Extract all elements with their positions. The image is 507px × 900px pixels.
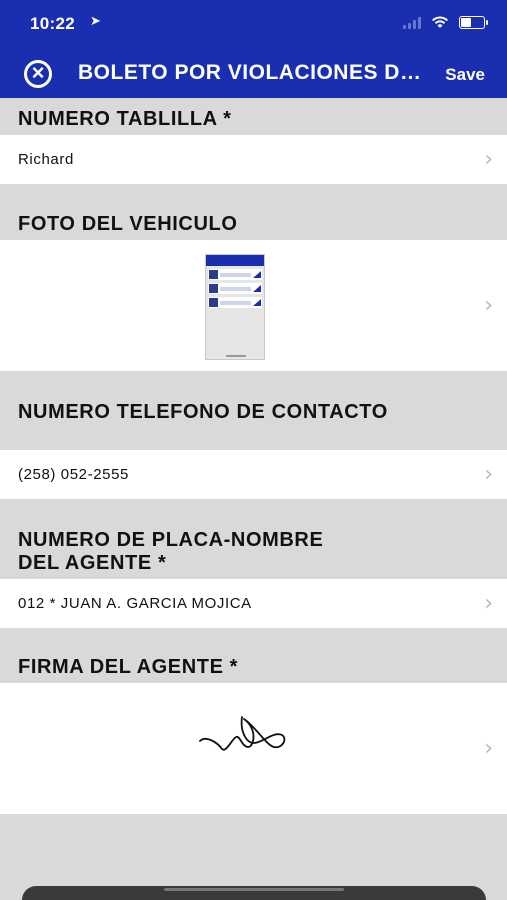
bottom-toolbar — [22, 886, 486, 900]
save-button[interactable]: Save — [445, 65, 485, 85]
chevron-right-icon: › — [484, 462, 493, 487]
page-title: BOLETO POR VIOLACIONES DE TRANSITO — [78, 61, 433, 84]
battery-icon — [459, 16, 488, 29]
field-row-foto[interactable]: › — [0, 240, 507, 371]
location-arrow-icon: ➤ — [90, 13, 101, 28]
navigation-header: 10:22 ➤ × BOLETO POR VIOLACIONES DE TRAN… — [0, 0, 507, 98]
section-label-foto: FOTO DEL VEHICULO — [18, 213, 238, 235]
chevron-right-icon: › — [484, 293, 493, 318]
field-value-tablilla: Richard — [18, 151, 74, 168]
section-label-placa: NUMERO DE PLACA-NOMBRE DEL AGENTE * — [18, 529, 323, 575]
chevron-right-icon: › — [484, 736, 493, 761]
field-row-placa[interactable]: 012 * JUAN A. GARCIA MOJICA › — [0, 579, 507, 628]
chevron-right-icon: › — [484, 591, 493, 616]
section-label-placa-line1: NUMERO DE PLACA-NOMBRE — [18, 529, 324, 551]
section-label-telefono: NUMERO TELEFONO DE CONTACTO — [18, 401, 388, 423]
battery-level — [461, 18, 471, 27]
chevron-right-icon: › — [484, 147, 493, 172]
field-row-tablilla[interactable]: Richard › — [0, 135, 507, 184]
section-label-tablilla: NUMERO TABLILLA * — [18, 108, 232, 130]
status-icons — [403, 16, 488, 29]
vehicle-photo-thumbnail[interactable] — [205, 254, 265, 360]
field-row-firma[interactable]: › — [0, 683, 507, 814]
status-time: 10:22 — [30, 14, 75, 33]
close-circle-icon[interactable]: × — [24, 60, 52, 88]
section-label-placa-line2: DEL AGENTE * — [18, 552, 167, 574]
cellular-signal-icon — [403, 16, 421, 29]
home-indicator — [164, 888, 344, 891]
wifi-icon — [432, 16, 448, 28]
section-label-firma: FIRMA DEL AGENTE * — [18, 656, 239, 678]
field-value-telefono: (258) 052-2555 — [18, 466, 129, 483]
field-value-placa: 012 * JUAN A. GARCIA MOJICA — [18, 595, 252, 612]
signature-image — [199, 716, 286, 751]
field-row-telefono[interactable]: (258) 052-2555 › — [0, 450, 507, 499]
